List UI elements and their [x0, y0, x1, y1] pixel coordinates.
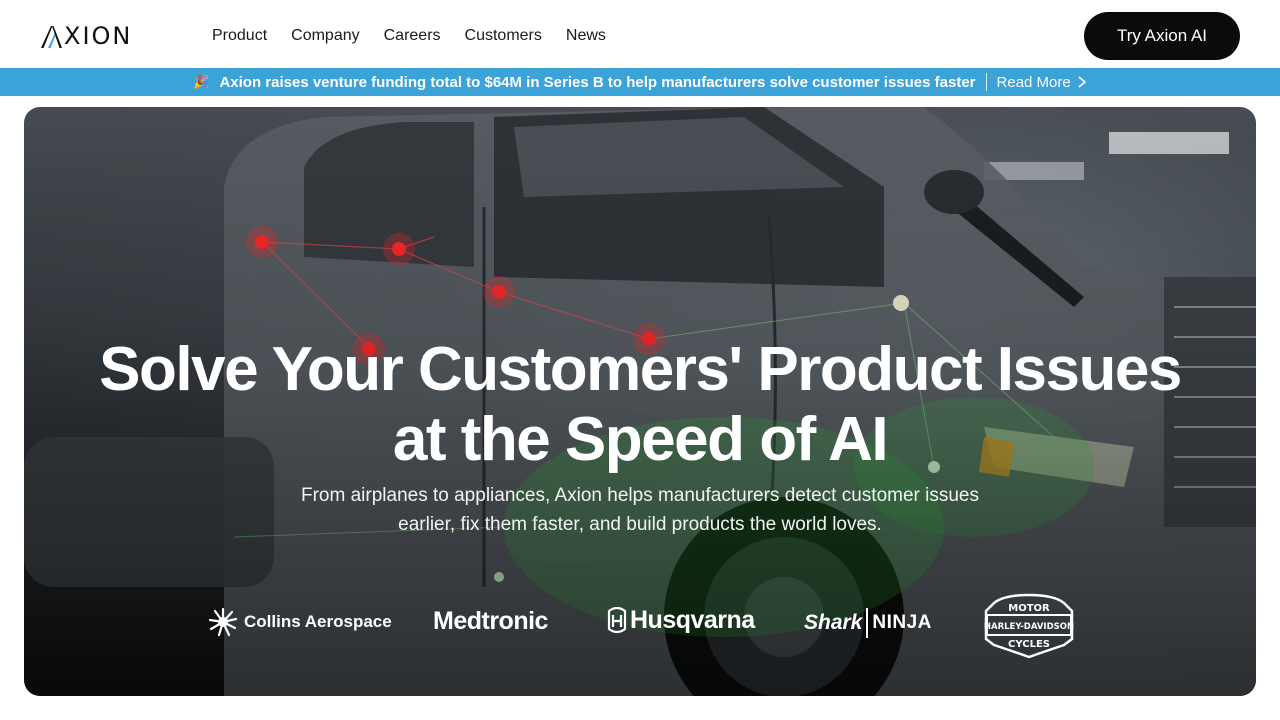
announcement-banner: 🎉 Axion raises venture funding total to … [0, 68, 1280, 96]
axion-logo[interactable]: XION [40, 22, 132, 50]
banner-divider [985, 73, 987, 91]
banner-message[interactable]: Axion raises venture funding total to $6… [219, 74, 975, 91]
hero-section: Solve Your Customers' Product Issues at … [24, 107, 1256, 696]
logo-text: XION [64, 22, 133, 50]
medtronic-logo: Medtronic [433, 607, 548, 636]
husqvarna-logo-text: Husqvarna [630, 606, 755, 634]
nav-news[interactable]: News [566, 26, 606, 46]
medtronic-logo-text: Medtronic [433, 607, 548, 635]
husqvarna-logo: Husqvarna [606, 606, 755, 635]
hd-name-text: HARLEY-DAVIDSON [984, 622, 1074, 632]
harley-davidson-logo: MOTOR HARLEY-DAVIDSON CYCLES [984, 593, 1074, 659]
collins-logo-text: Collins Aerospace [244, 612, 392, 631]
hero-title: Solve Your Customers' Product Issues at … [24, 335, 1256, 475]
nav-customers[interactable]: Customers [465, 26, 542, 46]
collins-aerospace-logo: Collins Aerospace [208, 607, 392, 637]
nav-careers[interactable]: Careers [384, 26, 441, 46]
collins-sunburst-icon [208, 607, 238, 637]
main-nav: Product Company Careers Customers News [212, 26, 606, 46]
hero-title-line-2: at the Speed of AI [392, 405, 889, 474]
nav-product[interactable]: Product [212, 26, 267, 46]
customer-logos: Collins Aerospace Medtronic Husqvarna Sh… [24, 593, 1256, 659]
hero-subtitle-line-2: earlier, fix them faster, and build prod… [398, 514, 882, 535]
party-popper-icon: 🎉 [193, 74, 210, 89]
read-more-link[interactable]: Read More [997, 74, 1087, 91]
nav-company[interactable]: Company [291, 26, 359, 46]
axion-logo-mark-icon [41, 26, 62, 48]
ninja-logo-text: NINJA [872, 612, 932, 633]
hero-title-line-1: Solve Your Customers' Product Issues [99, 335, 1182, 404]
site-header: XION Product Company Careers Customers N… [0, 0, 1280, 68]
hero-subtitle-line-1: From airplanes to appliances, Axion help… [301, 485, 979, 506]
hd-cycles-text: CYCLES [1008, 639, 1050, 650]
shark-logo-text: Shark [804, 611, 863, 634]
hd-motor-text: MOTOR [1008, 603, 1050, 614]
husqvarna-crown-icon [607, 606, 627, 633]
chevron-right-icon [1078, 76, 1086, 88]
try-axion-ai-button[interactable]: Try Axion AI [1084, 12, 1240, 60]
harley-davidson-shield-icon: MOTOR HARLEY-DAVIDSON CYCLES [984, 593, 1074, 659]
sharkninja-logo: Shark NINJA [804, 608, 932, 638]
hero-subtitle: From airplanes to appliances, Axion help… [240, 481, 1040, 539]
sharkninja-divider [866, 608, 869, 638]
read-more-label: Read More [996, 73, 1071, 91]
